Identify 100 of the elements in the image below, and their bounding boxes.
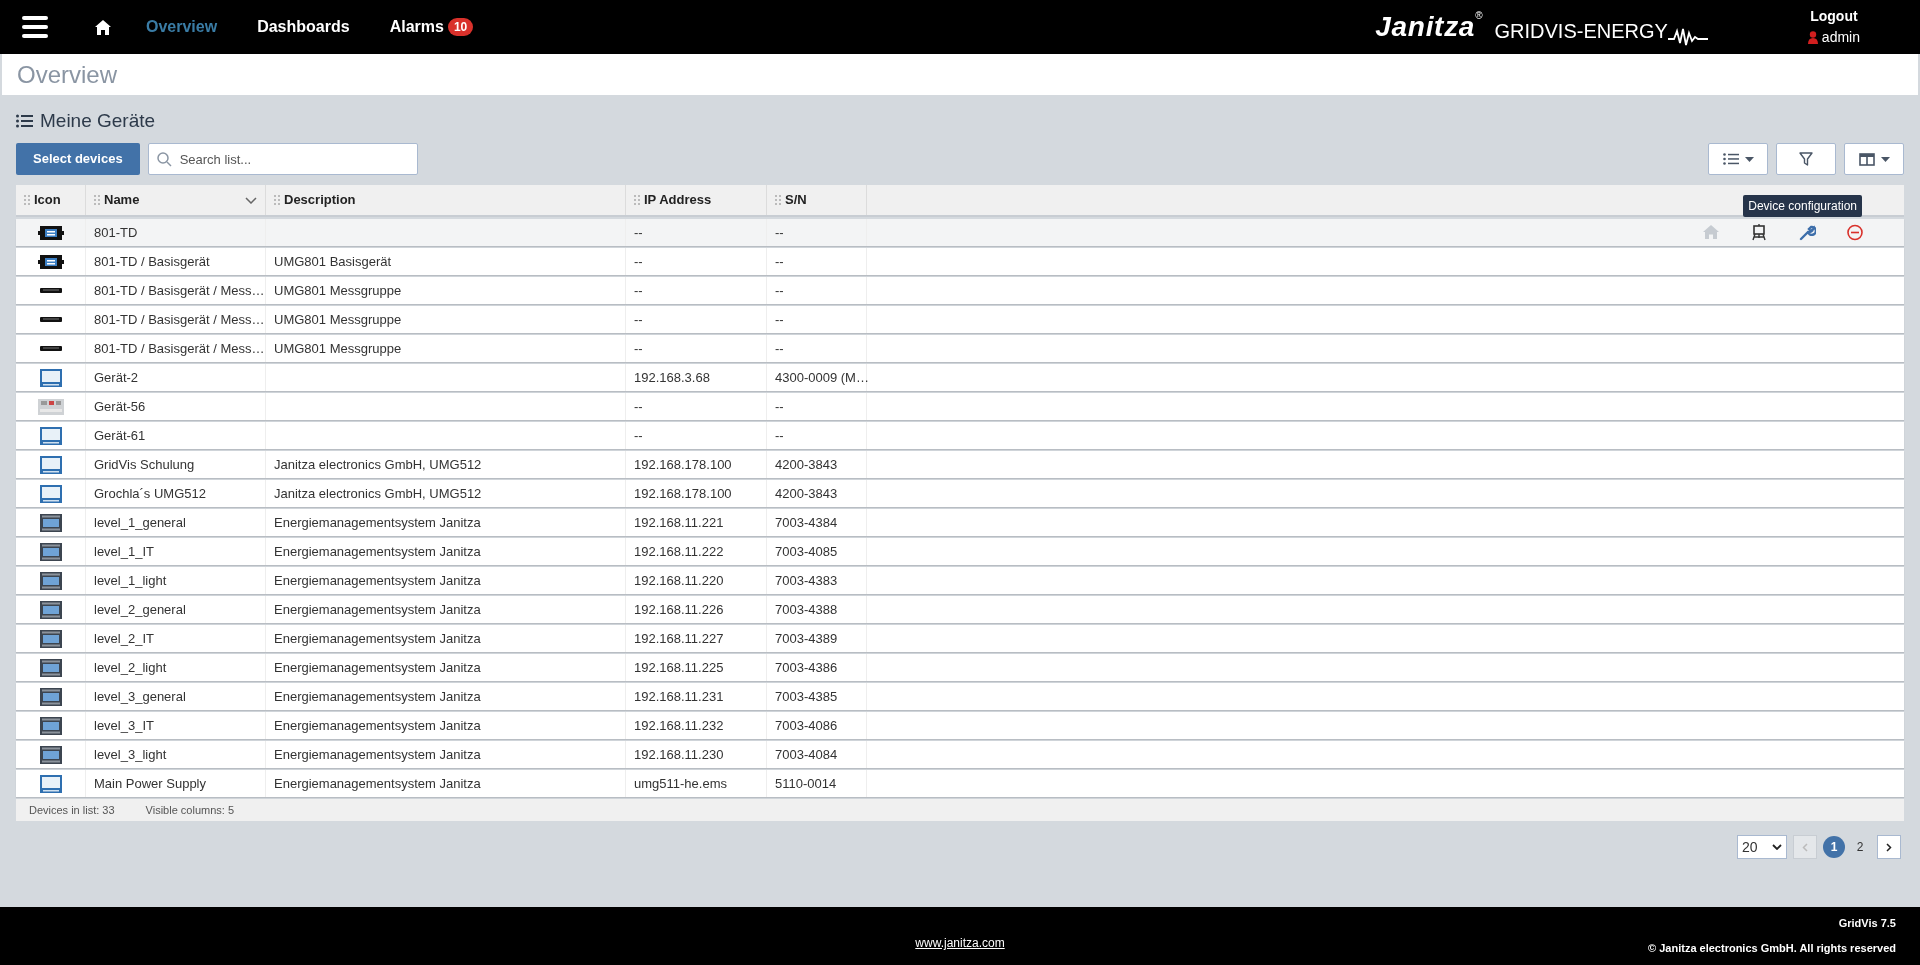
chevron-down-icon bbox=[1772, 844, 1782, 850]
page-title: Overview bbox=[17, 59, 118, 90]
column-header[interactable]: IP Address bbox=[626, 185, 767, 215]
table-cell-text: Energiemanagementsystem Janitza bbox=[274, 571, 481, 590]
copyright-text: © Janitza electronics GmbH. All rights reserved bbox=[1648, 940, 1896, 956]
table-row[interactable]: 801-TD / Basisgerät UMG801 Basisgerät -- -- bbox=[16, 248, 1904, 275]
nav-link[interactable]: Dashboards bbox=[257, 15, 350, 39]
table-row[interactable]: Grochla´s UMG512 Janitza electronics GmbH, UMG512 192.168.178.100 4200-3843 bbox=[16, 480, 1904, 507]
rack-device-icon bbox=[37, 716, 64, 735]
table-cell-text: -- bbox=[775, 426, 784, 445]
table-cell-text: Janitza electronics GmbH, UMG512 bbox=[274, 484, 482, 503]
wrench-icon[interactable] bbox=[1798, 224, 1816, 241]
select-devices-button[interactable]: Select devices bbox=[16, 143, 140, 175]
table-cell-text: 7003-4389 bbox=[775, 629, 838, 648]
column-header[interactable]: Name bbox=[86, 185, 266, 215]
logout-link[interactable]: Logout bbox=[1810, 6, 1858, 27]
table-row[interactable]: GridVis Schulung Janitza electronics GmbH, UMG512 192.168.178.100 4200-3843 bbox=[16, 451, 1904, 478]
search-icon bbox=[156, 152, 172, 167]
drag-handle-icon[interactable] bbox=[634, 195, 640, 205]
tooltip: Device configuration bbox=[1743, 195, 1862, 217]
remove-icon[interactable] bbox=[1846, 224, 1864, 241]
caret-icon bbox=[1880, 156, 1890, 162]
list-view-dropdown[interactable] bbox=[1708, 143, 1768, 175]
table-row[interactable]: 801-TD -- -- bbox=[16, 219, 1904, 246]
table-cell-text: -- bbox=[775, 223, 784, 242]
registered-mark: ® bbox=[1475, 9, 1483, 21]
drag-handle-icon[interactable] bbox=[24, 195, 30, 205]
drag-handle-icon[interactable] bbox=[94, 195, 100, 205]
table-cell-text: Gerät-56 bbox=[94, 397, 146, 416]
table-row[interactable]: 801-TD / Basisgerät / Mess… UMG801 Messgruppe -- -- bbox=[16, 306, 1904, 333]
page-size-select[interactable]: 20 bbox=[1737, 835, 1787, 859]
nav-link[interactable]: Overview bbox=[146, 15, 218, 39]
table-row[interactable]: level_3_IT Energiemanagementsystem Janitza 192.168.11.232 7003-4086 bbox=[16, 712, 1904, 739]
table-cell-text: UMG801 Messgruppe bbox=[274, 281, 402, 300]
search-field[interactable]: Search list... bbox=[147, 143, 418, 175]
table-cell-text: -- bbox=[775, 252, 784, 271]
meter-device-icon bbox=[37, 252, 64, 271]
filter-button[interactable] bbox=[1776, 143, 1836, 175]
table-row[interactable]: level_2_IT Energiemanagementsystem Janitza 192.168.11.227 7003-4389 bbox=[16, 625, 1904, 652]
table-row[interactable]: 801-TD / Basisgerät / Mess… UMG801 Messgruppe -- -- bbox=[16, 335, 1904, 362]
chevron-right-icon bbox=[1886, 842, 1892, 852]
table-row[interactable]: level_3_general Energiemanagementsystem Janitza 192.168.11.231 7003-4385 bbox=[16, 683, 1904, 710]
next-page-button[interactable] bbox=[1877, 835, 1901, 859]
nav-link[interactable]: Alarms bbox=[389, 15, 444, 39]
page-button[interactable]: 1 bbox=[1823, 836, 1845, 858]
page-button[interactable]: 2 bbox=[1849, 836, 1871, 858]
menu-icon[interactable] bbox=[22, 16, 48, 38]
panel-meter-icon bbox=[37, 774, 64, 793]
table-cell-text: 192.168.11.226 bbox=[634, 600, 724, 619]
table-cell-text: -- bbox=[634, 310, 643, 329]
table-cell-text: 192.168.11.227 bbox=[634, 629, 724, 648]
table-cell-text: -- bbox=[775, 281, 784, 300]
column-header[interactable]: S/N bbox=[767, 185, 867, 215]
table-row[interactable]: Gerät-56 -- -- bbox=[16, 393, 1904, 420]
table-cell-text: 801-TD / Basisgerät bbox=[94, 252, 210, 271]
table-row[interactable]: level_1_general Energiemanagementsystem Janitza 192.168.11.221 7003-4384 bbox=[16, 509, 1904, 536]
panel-meter-icon bbox=[37, 426, 64, 445]
column-header[interactable]: Icon bbox=[16, 185, 86, 215]
table-cell-text: 7003-4388 bbox=[775, 600, 838, 619]
table-row[interactable]: level_1_light Energiemanagementsystem Janitza 192.168.11.220 7003-4383 bbox=[16, 567, 1904, 594]
table-row[interactable]: Gerät-61 -- -- bbox=[16, 422, 1904, 449]
table-row[interactable]: Gerät-2 192.168.3.68 4300-0009 (M… bbox=[16, 364, 1904, 391]
table-cell-text: UMG801 Basisgerät bbox=[274, 252, 392, 271]
table-row[interactable]: level_2_general Energiemanagementsystem Janitza 192.168.11.226 7003-4388 bbox=[16, 596, 1904, 623]
home-icon[interactable] bbox=[94, 18, 112, 36]
table-cell-text: umg511-he.ems bbox=[634, 774, 727, 793]
table-cell-text: level_2_general bbox=[94, 600, 186, 619]
table-cell-text: -- bbox=[634, 223, 643, 242]
list-icon bbox=[16, 114, 33, 128]
table-cell-text: level_3_IT bbox=[94, 716, 154, 735]
columns-dropdown[interactable] bbox=[1844, 143, 1904, 175]
table-cell-text: 5110-0014 bbox=[775, 774, 837, 793]
website-link[interactable]: www.janitza.com bbox=[915, 934, 1005, 952]
table-cell-text: Gerät-61 bbox=[94, 426, 146, 445]
status-text: Visible columns: 5 bbox=[145, 802, 235, 818]
table-cell-text: 192.168.11.232 bbox=[634, 716, 724, 735]
table-cell-text: level_1_light bbox=[94, 571, 167, 590]
table-cell-text: 192.168.11.222 bbox=[634, 542, 724, 561]
drag-handle-icon[interactable] bbox=[274, 195, 280, 205]
table-row[interactable]: 801-TD / Basisgerät / Mess… UMG801 Messgruppe -- -- bbox=[16, 277, 1904, 304]
table-row[interactable]: level_2_light Energiemanagementsystem Janitza 192.168.11.225 7003-4386 bbox=[16, 654, 1904, 681]
table-row[interactable]: level_3_light Energiemanagementsystem Janitza 192.168.11.230 7003-4084 bbox=[16, 741, 1904, 768]
table-cell-text: Energiemanagementsystem Janitza bbox=[274, 542, 481, 561]
column-header[interactable]: Description bbox=[266, 185, 626, 215]
table-row[interactable]: level_1_IT Energiemanagementsystem Janitza 192.168.11.222 7003-4085 bbox=[16, 538, 1904, 565]
table-cell-text: Energiemanagementsystem Janitza bbox=[274, 716, 481, 735]
rack-device-icon bbox=[37, 629, 64, 648]
table-cell-text: 801-TD / Basisgerät / Mess… bbox=[94, 339, 265, 358]
table-row[interactable]: Main Power Supply Energiemanagementsystem Janitza umg511-he.ems 5110-0014 bbox=[16, 770, 1904, 797]
table-cell-text: Janitza electronics GmbH, UMG512 bbox=[274, 455, 482, 474]
easel-icon[interactable] bbox=[1750, 224, 1768, 241]
terminal-strip-icon bbox=[39, 288, 62, 293]
rack-device-icon bbox=[37, 658, 64, 677]
table-cell-text: -- bbox=[634, 252, 643, 271]
columns-icon bbox=[1858, 152, 1875, 166]
table-cell-text: GridVis Schulung bbox=[94, 455, 195, 474]
rack-device-icon bbox=[37, 687, 64, 706]
drag-handle-icon[interactable] bbox=[775, 195, 781, 205]
chevron-down-icon[interactable] bbox=[245, 196, 257, 204]
din-rail-device-icon bbox=[37, 397, 64, 416]
